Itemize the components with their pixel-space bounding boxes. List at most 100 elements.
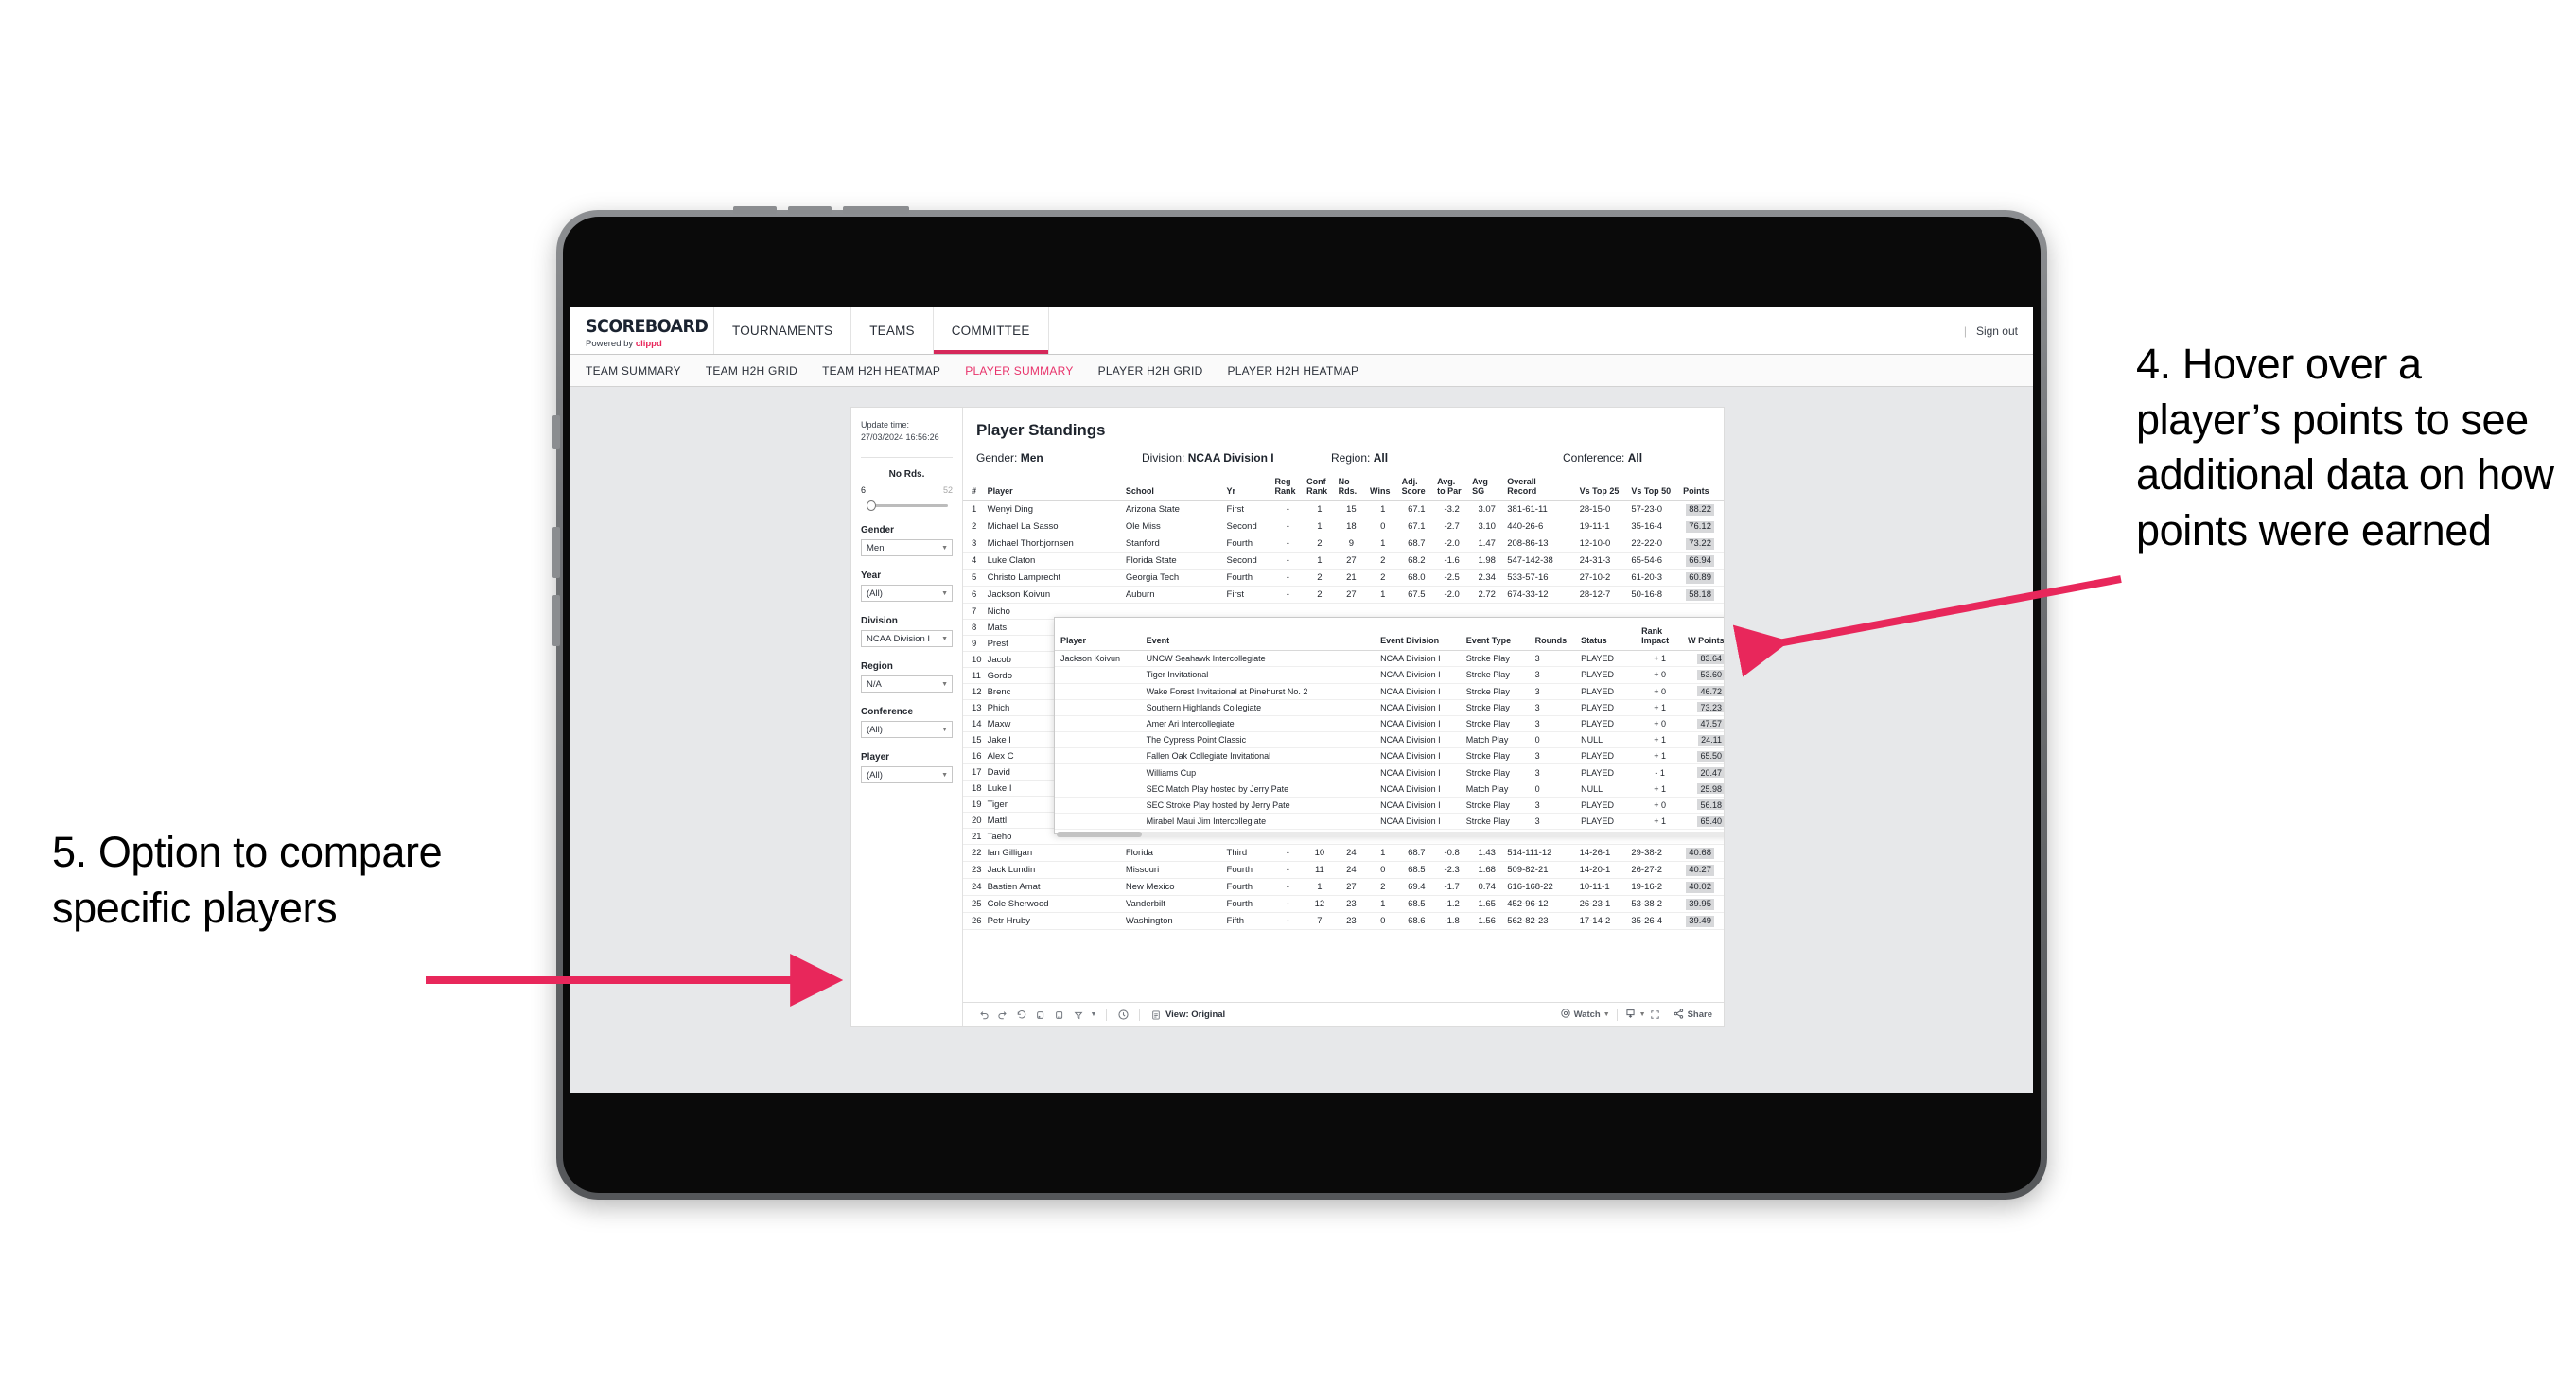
- annotation-4-arrow: [1732, 575, 2122, 677]
- tooltip-w-points-value: 65.40: [1697, 816, 1724, 827]
- col-overall-record[interactable]: Overall Record: [1504, 474, 1577, 502]
- points-cell[interactable]: 39.95: [1680, 895, 1724, 914]
- col-points[interactable]: Points: [1680, 474, 1724, 502]
- tooltip-scrollbar[interactable]: [1057, 832, 1724, 838]
- reg-rank-cell: -: [1271, 586, 1305, 605]
- topnav-item-tournaments[interactable]: TOURNAMENTS: [714, 307, 852, 354]
- col-school[interactable]: School: [1122, 474, 1224, 502]
- table-row[interactable]: 4 Luke Claton Florida State Second -1 27 2 68.2…: [963, 552, 1724, 570]
- points-cell[interactable]: 40.68: [1680, 844, 1724, 863]
- points-cell[interactable]: 88.22: [1680, 500, 1724, 519]
- subnav-item-team-h2h-grid[interactable]: TEAM H2H GRID: [706, 364, 797, 377]
- watch-button[interactable]: Watch ▼: [1560, 1008, 1610, 1022]
- no-rounds-slider[interactable]: [861, 500, 953, 512]
- subnav-item-team-summary[interactable]: TEAM SUMMARY: [586, 364, 681, 377]
- annotation-4-text: 4. Hover over a player’s points to see a…: [2136, 340, 2554, 554]
- rank-cell: 16: [963, 747, 985, 765]
- revert-icon[interactable]: [1012, 1009, 1031, 1021]
- points-cell[interactable]: 40.02: [1680, 878, 1724, 897]
- table-row[interactable]: 6 Jackson Koivun Auburn First -2 27 1 67.5 -2.0 2…: [963, 586, 1724, 605]
- vs-top-50-cell: 65-54-6: [1628, 552, 1681, 570]
- download-button[interactable]: ▼: [1624, 1008, 1646, 1023]
- table-row[interactable]: 26 Petr Hruby Washington Fifth -7 23 0 68.6 -1.8…: [963, 912, 1724, 931]
- topnav-separator: |: [1963, 324, 1967, 338]
- yr-cell: First: [1223, 586, 1272, 605]
- col-yr[interactable]: Yr: [1223, 474, 1272, 502]
- table-row[interactable]: 3 Michael Thorbjornsen Stanford Fourth -2 9 1 6…: [963, 535, 1724, 553]
- points-cell[interactable]: 39.49: [1680, 912, 1724, 931]
- points-cell[interactable]: 73.22: [1680, 535, 1724, 553]
- redo-icon[interactable]: [993, 1009, 1012, 1021]
- filter-dropdown-caret-icon[interactable]: ▼: [1088, 1011, 1099, 1018]
- table-row[interactable]: 24 Bastien Amat New Mexico Fourth -1 27 2 69.4-…: [963, 878, 1724, 897]
- col-avg-sg[interactable]: Avg SG: [1469, 474, 1505, 502]
- summary-gender: Gender: Men: [976, 451, 1142, 465]
- col-adj-score[interactable]: Adj. Score: [1398, 474, 1435, 502]
- tooltip-status-cell: PLAYED: [1575, 699, 1637, 716]
- table-row[interactable]: 25 Cole Sherwood Vanderbilt Fourth -12 23 1 68.…: [963, 895, 1724, 914]
- tooltip-w-points-value: 20.47: [1697, 767, 1724, 779]
- school-cell: New Mexico: [1122, 878, 1224, 897]
- points-cell[interactable]: 40.27: [1680, 861, 1724, 880]
- rank-cell: 19: [963, 796, 985, 814]
- pause-icon[interactable]: [1113, 1009, 1132, 1021]
- tooltip-scrollbar-thumb[interactable]: [1057, 832, 1142, 838]
- topnav-item-committee[interactable]: COMMITTEE: [934, 307, 1049, 354]
- filter-year-select[interactable]: (All) ▼: [861, 585, 953, 603]
- conf-rank-cell: 1: [1304, 518, 1336, 536]
- col-wins[interactable]: Wins: [1367, 474, 1399, 502]
- chevron-down-icon: ▼: [941, 635, 948, 642]
- col-rank[interactable]: #: [963, 474, 985, 502]
- table-row[interactable]: 23 Jack Lundin Missouri Fourth -11 24 0 68.5 -2.…: [963, 861, 1724, 880]
- points-cell[interactable]: 58.18: [1680, 586, 1724, 605]
- share-button[interactable]: Share: [1673, 1008, 1712, 1023]
- filter-region-value: N/A: [867, 678, 882, 690]
- filter-player-select[interactable]: (All) ▼: [861, 766, 953, 784]
- subnav-item-player-summary[interactable]: PLAYER SUMMARY: [965, 364, 1073, 377]
- pause-auto-updates-icon[interactable]: [1050, 1009, 1069, 1021]
- standings-table-head: # Player School Yr Reg Rank Conf Rank No…: [963, 474, 1724, 502]
- filter-division-select[interactable]: NCAA Division I ▼: [861, 630, 953, 648]
- points-cell[interactable]: 66.94: [1680, 552, 1724, 570]
- filter-region-select[interactable]: N/A ▼: [861, 675, 953, 693]
- filter-conference-select[interactable]: (All) ▼: [861, 721, 953, 739]
- slider-handle[interactable]: [867, 500, 876, 512]
- sign-out-link[interactable]: Sign out: [1976, 325, 2018, 338]
- col-vs-top-50[interactable]: Vs Top 50: [1628, 474, 1681, 502]
- col-player[interactable]: Player: [984, 474, 1123, 502]
- col-avg-to-par[interactable]: Avg. to Par: [1434, 474, 1470, 502]
- brand-logo[interactable]: SCOREBOARD Powered by clippd: [570, 307, 714, 354]
- filter-region-label: Region: [861, 661, 893, 673]
- undo-icon[interactable]: [974, 1009, 993, 1021]
- filter-icon[interactable]: [1069, 1009, 1088, 1021]
- subnav-item-player-h2h-heatmap[interactable]: PLAYER H2H HEATMAP: [1228, 364, 1359, 377]
- adj-score-cell: 67.5: [1398, 586, 1435, 605]
- table-row[interactable]: 2 Michael La Sasso Ole Miss Second -1 18 0 67.1…: [963, 518, 1724, 536]
- rank-cell: 2: [963, 518, 985, 536]
- tooltip-row: Jackson Koivun UNCW Seahawk Intercollegia…: [1055, 650, 1724, 668]
- summary-region-label: Region:: [1331, 451, 1371, 465]
- table-row[interactable]: 1 Wenyi Ding Arizona State First -1 15 1 67.1 -3…: [963, 500, 1724, 519]
- fullscreen-icon[interactable]: [1646, 1009, 1665, 1021]
- wins-cell: 1: [1367, 586, 1399, 605]
- topnav-item-teams[interactable]: TEAMS: [851, 307, 934, 354]
- viz-main-panel: Player Standings Gender: Men Division: N…: [963, 408, 1724, 1026]
- subnav-item-team-h2h-heatmap[interactable]: TEAM H2H HEATMAP: [822, 364, 940, 377]
- points-cell[interactable]: 76.12: [1680, 518, 1724, 536]
- col-vs-top-25[interactable]: Vs Top 25: [1576, 474, 1629, 502]
- col-reg-rank[interactable]: Reg Rank: [1271, 474, 1305, 502]
- table-row[interactable]: 5 Christo Lamprecht Georgia Tech Fourth -2 21…: [963, 569, 1724, 588]
- view-original-icon[interactable]: [1147, 1009, 1165, 1021]
- view-original-label[interactable]: View: Original: [1165, 1009, 1225, 1020]
- subnav-item-player-h2h-grid[interactable]: PLAYER H2H GRID: [1098, 364, 1203, 377]
- refresh-icon[interactable]: [1031, 1009, 1050, 1021]
- tooltip-event-type-cell: Stroke Play: [1460, 650, 1530, 668]
- standings-table-wrap[interactable]: # Player School Yr Reg Rank Conf Rank No…: [963, 474, 1724, 1002]
- tip-col-event-type: Event Type: [1460, 623, 1530, 652]
- table-row[interactable]: 22 Ian Gilligan Florida Third -10 24 1 68.7 -0.8…: [963, 844, 1724, 863]
- points-cell[interactable]: 60.89: [1680, 569, 1724, 588]
- filter-gender-select[interactable]: Men ▼: [861, 539, 953, 557]
- col-conf-rank[interactable]: Conf Rank: [1304, 474, 1336, 502]
- tooltip-w-points-cell: 20.47: [1682, 763, 1724, 781]
- col-no-rds[interactable]: No Rds.: [1335, 474, 1368, 502]
